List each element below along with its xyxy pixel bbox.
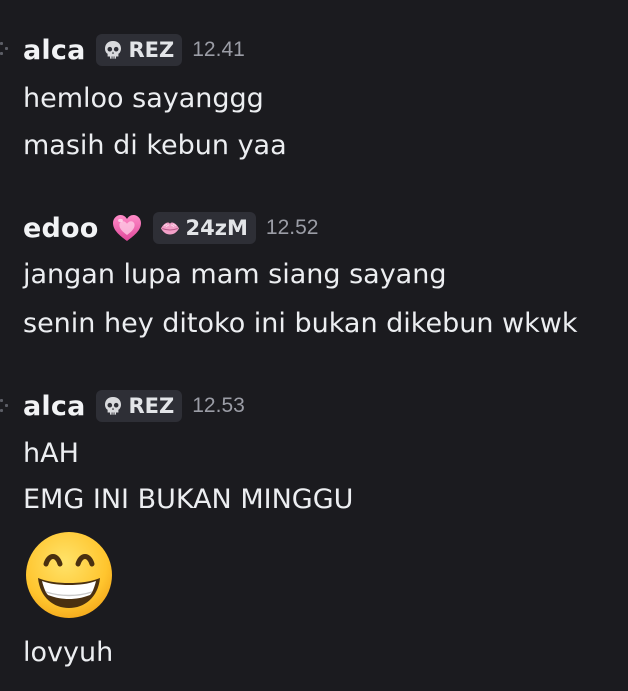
grinning-face-icon — [26, 532, 112, 618]
message-header: alca REZ 12.41 — [23, 30, 245, 70]
message-text: lovyuh — [23, 637, 114, 668]
username[interactable]: alca — [23, 391, 86, 422]
message-header: edoo 24zM 12.52 — [23, 208, 318, 248]
pink-heart-icon — [112, 215, 141, 241]
message-text: senin hey ditoko ini bukan dikebun wkwk — [23, 308, 578, 339]
message-text: jangan lupa mam siang sayang — [23, 259, 447, 290]
role-tag-label: REZ — [128, 38, 175, 62]
timestamp: 12.53 — [192, 394, 245, 417]
timestamp: 12.52 — [265, 216, 319, 239]
role-tag[interactable]: REZ — [95, 34, 183, 66]
message-text: hAH — [23, 438, 79, 469]
thread-edge-mark — [0, 399, 10, 413]
username[interactable]: alca — [23, 35, 86, 66]
timestamp: 12.41 — [192, 38, 245, 61]
thread-edge-mark — [0, 42, 10, 56]
username[interactable]: edoo — [23, 213, 99, 244]
message-header: alca REZ 12.53 — [23, 386, 245, 426]
skull-icon — [104, 41, 121, 59]
pink-lips-icon — [160, 222, 179, 235]
role-tag-label: 24zM — [185, 216, 248, 240]
skull-icon — [104, 397, 121, 415]
role-tag-label: REZ — [128, 394, 175, 418]
message-text: EMG INI BUKAN MINGGU — [23, 484, 354, 515]
role-tag[interactable]: 24zM — [152, 212, 256, 244]
message-text: masih di kebun yaa — [23, 130, 287, 161]
role-tag[interactable]: REZ — [95, 390, 183, 422]
message-text: hemloo sayanggg — [23, 83, 264, 114]
